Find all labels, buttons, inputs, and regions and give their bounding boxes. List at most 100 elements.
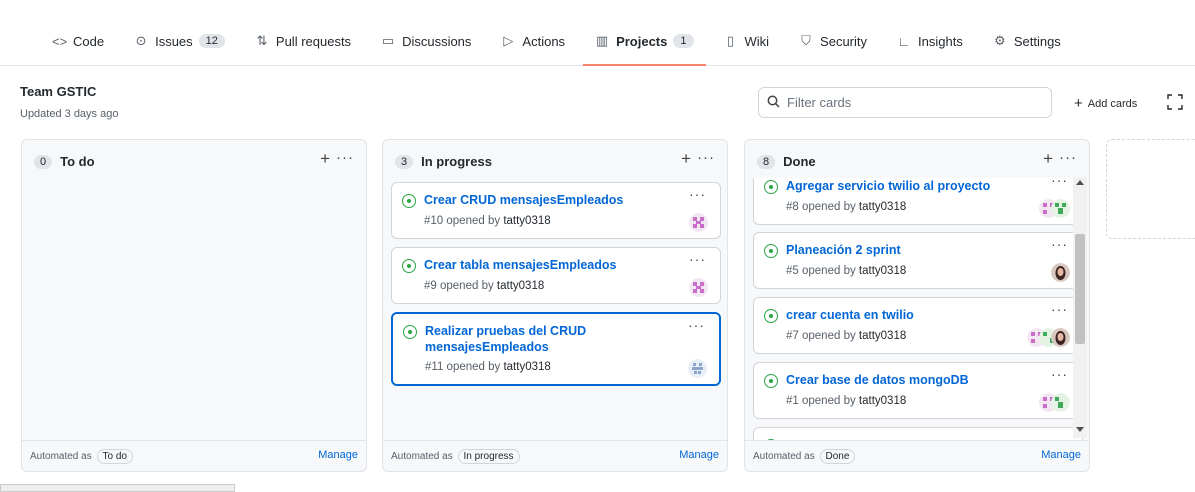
add-column-placeholder[interactable] [1106,139,1195,239]
manage-link[interactable]: Manage [679,449,719,461]
automated-label: Automated as [753,451,815,462]
scrollbar-thumb[interactable] [1075,234,1085,344]
avatar[interactable] [1051,199,1070,218]
column-menu-button[interactable]: ··· [1059,149,1077,166]
issue-number: #5 [786,265,799,277]
card-meta: #10 opened by tatty0318 [424,215,551,227]
issue-card[interactable]: Crear CRUD mensajesEmpleados #10 opened … [391,182,721,239]
card-title[interactable]: Crear CRUD mensajesEmpleados [424,192,674,208]
avatar[interactable] [688,359,707,378]
card-menu-button[interactable]: ··· [1051,366,1068,382]
card-user[interactable]: tatty0318 [859,265,906,277]
card-menu-button[interactable]: ··· [688,317,705,333]
column-header: 0 To do [34,154,95,169]
issue-icon: ⊙ [135,33,147,48]
add-card-button[interactable]: + [681,149,691,169]
column-header: 8 Done [757,154,816,169]
card-user[interactable]: tatty0318 [497,280,544,292]
card-menu-button[interactable]: ··· [689,251,706,267]
tab-label: Discussions [402,33,472,49]
card-menu-button[interactable]: ··· [1051,301,1068,317]
card-user[interactable]: tatty0318 [503,361,550,373]
manage-link[interactable]: Manage [318,449,358,461]
issue-number: #1 [786,395,799,407]
column-title: Done [783,154,816,169]
card-title[interactable]: crear cuenta en twilio [786,307,1036,323]
tab-label: Settings [1013,33,1061,49]
column-footer: Automated as In progress Manage [383,440,727,471]
avatar[interactable] [1051,393,1070,412]
add-cards-label: Add cards [1087,98,1138,110]
issue-number: #8 [786,201,799,213]
column-title: To do [60,154,95,169]
automation-info: Automated as In progress [391,449,520,464]
card-menu-button[interactable]: ··· [1051,236,1068,252]
card-user[interactable]: tatty0318 [859,330,906,342]
filter-input[interactable] [787,95,1037,110]
manage-link[interactable]: Manage [1041,449,1081,461]
card-title[interactable]: Agregar servicio twilio al proyecto [786,178,1036,194]
issue-card[interactable]: Crear tabla mensajesEmpleados #9 opened … [391,247,721,304]
card-user[interactable]: tatty0318 [859,201,906,213]
board-updated: Updated 3 days ago [20,108,119,120]
tab-projects[interactable]: ▥ Projects 1 [583,26,706,66]
tab-settings[interactable]: ⚙ Settings [981,26,1073,56]
open-issue-icon [764,374,778,388]
project-icon: ▥ [595,33,609,48]
issue-card[interactable] [753,427,1083,440]
opened-by: opened by [440,280,494,292]
issue-card[interactable]: Crear base de datos mongoDB #1 opened by… [753,362,1083,419]
add-cards-button[interactable]: + Add cards [1074,94,1138,112]
open-issue-icon [403,325,417,339]
card-menu-button[interactable]: ··· [1051,178,1068,188]
avatar[interactable] [1051,263,1070,282]
avatar[interactable] [689,278,708,297]
avatar[interactable] [689,213,708,232]
discussion-icon: ▭ [381,33,395,48]
tab-insights[interactable]: ∟ Insights [885,26,975,56]
column-menu-button[interactable]: ··· [336,149,354,166]
tab-discussions[interactable]: ▭ Discussions [369,26,483,56]
add-card-button[interactable]: + [320,149,330,169]
horizontal-scrollbar[interactable] [0,484,235,492]
card-title[interactable]: Realizar pruebas del CRUD mensajesEmplea… [425,323,615,355]
issue-number: #10 [424,215,444,227]
issue-card[interactable]: crear cuenta en twilio #7 opened by tatt… [753,297,1083,354]
add-card-button[interactable]: + [1043,149,1053,169]
gear-icon: ⚙ [994,33,1006,48]
column-title: In progress [421,154,492,169]
issue-card[interactable]: Planeación 2 sprint #5 opened by tatty03… [753,232,1083,289]
fullscreen-icon[interactable] [1167,94,1183,110]
issue-number: #7 [786,330,799,342]
card-title[interactable]: Crear base de datos mongoDB [786,372,1036,388]
tab-code[interactable]: <> Code [40,26,116,56]
open-issue-icon [764,180,778,194]
play-icon: ▷ [503,33,514,48]
card-title[interactable]: Planeación 2 sprint [786,242,1036,258]
tab-label: Issues [155,33,193,49]
done-scrollbar[interactable] [1073,177,1087,438]
repo-tabs: <> Code ⊙ Issues 12 ⇅ Pull requests ▭ Di… [40,26,1079,66]
opened-by: opened by [446,361,501,373]
tab-security[interactable]: ⛉ Security [787,26,879,56]
scroll-up-arrow-icon[interactable] [1076,180,1084,185]
avatar[interactable] [1051,328,1070,347]
automation-pill: Done [819,449,856,464]
automation-pill: In progress [457,449,520,464]
issue-card[interactable]: Realizar pruebas del CRUD mensajesEmplea… [391,312,721,386]
card-user[interactable]: tatty0318 [859,395,906,407]
tab-issues[interactable]: ⊙ Issues 12 [122,26,237,56]
card-title[interactable]: Crear tabla mensajesEmpleados [424,257,674,273]
open-issue-icon [764,244,778,258]
card-user[interactable]: tatty0318 [503,215,550,227]
tab-pull-requests[interactable]: ⇅ Pull requests [243,26,363,56]
card-menu-button[interactable]: ··· [689,186,706,202]
cards-scroll-area[interactable]: Agregar servicio twilio al proyecto #8 o… [745,178,1089,440]
automation-info: Automated as Done [753,449,856,464]
filter-cards[interactable] [758,87,1052,118]
column-menu-button[interactable]: ··· [697,149,715,166]
tab-wiki[interactable]: ▯ Wiki [712,26,782,56]
tab-actions[interactable]: ▷ Actions [489,26,577,56]
issue-card[interactable]: Agregar servicio twilio al proyecto #8 o… [753,178,1083,225]
scroll-down-arrow-icon[interactable] [1076,427,1084,432]
